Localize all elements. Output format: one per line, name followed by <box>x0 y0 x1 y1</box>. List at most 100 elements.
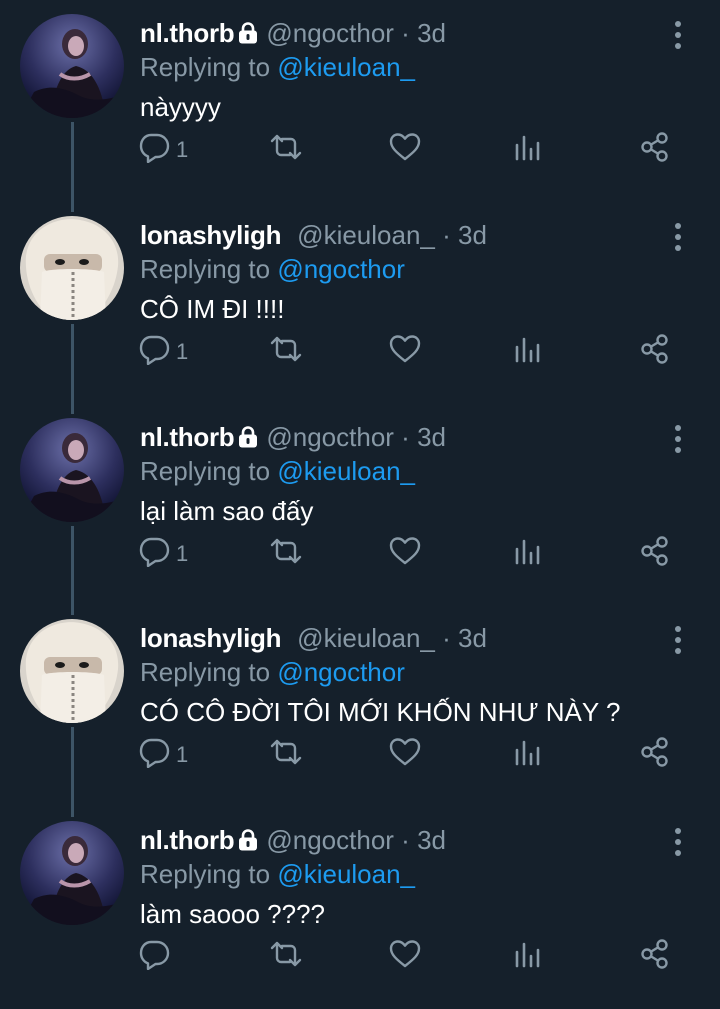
tweet-actions: 1 <box>138 536 678 572</box>
analytics-icon <box>513 938 543 976</box>
heart-icon <box>388 938 422 976</box>
avatar[interactable] <box>20 14 124 118</box>
reply-count: 1 <box>176 742 189 767</box>
analytics-button[interactable] <box>513 536 543 572</box>
avatar[interactable] <box>20 418 124 522</box>
separator: · <box>401 18 410 48</box>
reply-button[interactable]: 1 <box>138 132 188 168</box>
heart-icon <box>388 333 422 371</box>
share-icon <box>638 938 672 976</box>
timestamp[interactable]: 3d <box>417 422 446 452</box>
retweet-button[interactable] <box>268 536 304 572</box>
retweet-icon <box>268 333 304 371</box>
tweet-actions: 1 <box>138 334 678 370</box>
retweet-icon <box>268 131 304 169</box>
tweet-actions: 1 <box>138 132 678 168</box>
more-vertical-icon[interactable] <box>670 18 686 52</box>
analytics-button[interactable] <box>513 939 543 975</box>
tweet-text: làm saooo ???? <box>140 899 326 929</box>
separator: · <box>401 825 410 855</box>
share-button[interactable] <box>638 536 672 572</box>
tweet-header: nl.thorb @ngocthor · 3d <box>140 420 650 454</box>
replying-prefix: Replying to <box>140 456 271 486</box>
display-name[interactable]: nl.thorb <box>140 18 235 48</box>
tweet-header: lonashyligh @kieuloan_ · 3d <box>140 218 650 252</box>
heart-icon <box>388 131 422 169</box>
tweet-content: lonashyligh @kieuloan_ · 3d Replying to @… <box>140 621 650 729</box>
display-name[interactable]: lonashyligh <box>140 623 281 653</box>
reply-count: 1 <box>176 541 189 566</box>
avatar[interactable] <box>20 216 124 320</box>
tweet[interactable]: lonashyligh @kieuloan_ · 3d Replying to @… <box>0 202 720 404</box>
retweet-button[interactable] <box>268 737 304 773</box>
share-icon <box>638 333 672 371</box>
tweet[interactable]: nl.thorb @ngocthor · 3d Replying to @kieu… <box>0 807 720 1009</box>
reply-icon <box>138 131 170 169</box>
timestamp[interactable]: 3d <box>417 825 446 855</box>
display-name[interactable]: nl.thorb <box>140 422 235 452</box>
tweet-content: nl.thorb @ngocthor · 3d Replying to @kieu… <box>140 16 650 124</box>
reply-icon <box>138 938 170 976</box>
tweet[interactable]: lonashyligh @kieuloan_ · 3d Replying to @… <box>0 605 720 807</box>
replying-prefix: Replying to <box>140 657 271 687</box>
display-name[interactable]: lonashyligh <box>140 220 281 250</box>
reply-button[interactable] <box>138 939 176 975</box>
more-vertical-icon[interactable] <box>670 623 686 657</box>
share-icon <box>638 736 672 774</box>
timestamp[interactable]: 3d <box>458 623 487 653</box>
user-handle[interactable]: @ngocthor <box>266 825 394 855</box>
reply-button[interactable]: 1 <box>138 536 188 572</box>
analytics-button[interactable] <box>513 334 543 370</box>
like-button[interactable] <box>388 334 422 370</box>
more-vertical-icon[interactable] <box>670 422 686 456</box>
tweet-actions: 1 <box>138 737 678 773</box>
reply-button[interactable]: 1 <box>138 737 188 773</box>
mention-link[interactable]: @ngocthor <box>277 657 405 687</box>
user-handle[interactable]: @ngocthor <box>266 422 394 452</box>
share-button[interactable] <box>638 334 672 370</box>
like-button[interactable] <box>388 536 422 572</box>
analytics-icon <box>513 736 543 774</box>
like-button[interactable] <box>388 737 422 773</box>
reply-count: 1 <box>176 137 189 162</box>
tweet[interactable]: nl.thorb @ngocthor · 3d Replying to @kieu… <box>0 0 720 202</box>
retweet-button[interactable] <box>268 939 304 975</box>
retweet-button[interactable] <box>268 334 304 370</box>
replying-to: Replying to @ngocthor <box>140 655 650 689</box>
more-vertical-icon[interactable] <box>670 220 686 254</box>
reply-icon <box>138 535 170 573</box>
tweet-header: nl.thorb @ngocthor · 3d <box>140 823 650 857</box>
reply-thread: nl.thorb @ngocthor · 3d Replying to @kieu… <box>0 0 720 997</box>
mention-link[interactable]: @kieuloan_ <box>277 52 415 82</box>
share-button[interactable] <box>638 737 672 773</box>
avatar[interactable] <box>20 619 124 723</box>
like-button[interactable] <box>388 132 422 168</box>
analytics-button[interactable] <box>513 132 543 168</box>
analytics-button[interactable] <box>513 737 543 773</box>
share-button[interactable] <box>638 132 672 168</box>
mention-link[interactable]: @kieuloan_ <box>277 456 415 486</box>
mention-link[interactable]: @kieuloan_ <box>277 859 415 889</box>
mention-link[interactable]: @ngocthor <box>277 254 405 284</box>
avatar[interactable] <box>20 821 124 925</box>
user-handle[interactable]: @ngocthor <box>266 18 394 48</box>
timestamp[interactable]: 3d <box>458 220 487 250</box>
like-button[interactable] <box>388 939 422 975</box>
user-handle[interactable]: @kieuloan_ <box>297 623 435 653</box>
user-handle[interactable]: @kieuloan_ <box>297 220 435 250</box>
tweet-content: nl.thorb @ngocthor · 3d Replying to @kieu… <box>140 420 650 528</box>
retweet-icon <box>268 938 304 976</box>
reply-icon <box>138 736 170 774</box>
retweet-button[interactable] <box>268 132 304 168</box>
share-icon <box>638 535 672 573</box>
share-button[interactable] <box>638 939 672 975</box>
tweet-actions <box>138 939 678 975</box>
replying-to: Replying to @kieuloan_ <box>140 454 650 488</box>
display-name[interactable]: nl.thorb <box>140 825 235 855</box>
more-vertical-icon[interactable] <box>670 825 686 859</box>
tweet-text: CÔ IM ĐI !!!! <box>140 294 285 324</box>
reply-icon <box>138 333 170 371</box>
reply-button[interactable]: 1 <box>138 334 188 370</box>
tweet[interactable]: nl.thorb @ngocthor · 3d Replying to @kieu… <box>0 404 720 606</box>
timestamp[interactable]: 3d <box>417 18 446 48</box>
